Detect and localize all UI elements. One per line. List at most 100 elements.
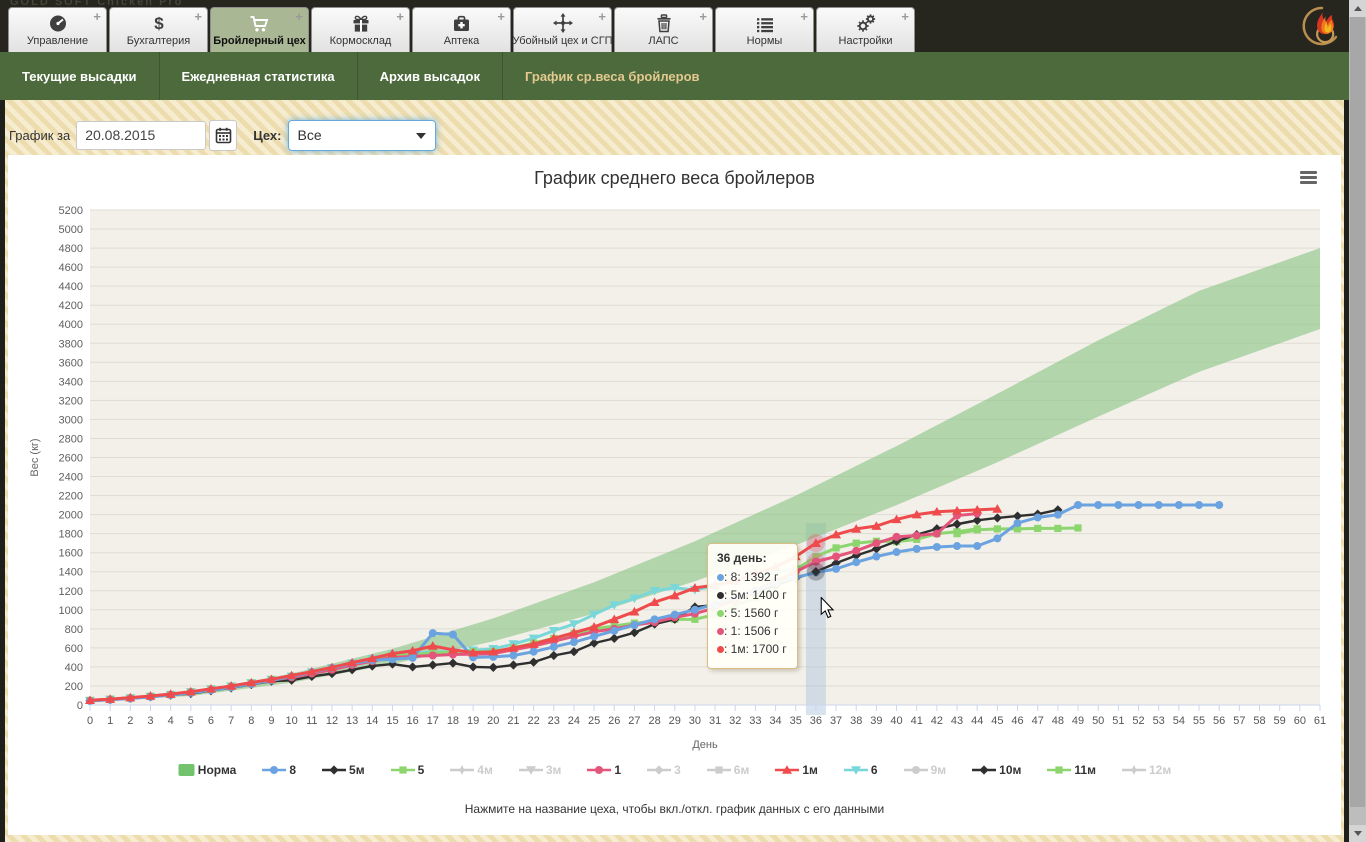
svg-text:1: 1 xyxy=(107,715,113,727)
svg-text:24: 24 xyxy=(568,715,580,727)
scroll-down-button[interactable] xyxy=(1349,825,1366,842)
legend-label: 10м xyxy=(999,763,1022,777)
tooltip-row-text: : 5м: 1400 г xyxy=(724,588,787,602)
legend-item-11м[interactable]: 11м xyxy=(1047,763,1096,777)
y-axis-labels: 0 200 400 600 800 1000 1200 1400 1600 1800 2000 220… xyxy=(59,205,83,712)
svg-text:2800: 2800 xyxy=(59,433,83,445)
broiler-weight-chart[interactable]: 0200400600800100012001400160018002000220… xyxy=(8,155,1341,835)
tooltip-row-text: : 8: 1392 г xyxy=(724,570,779,584)
tab-plus-button[interactable]: + xyxy=(800,9,808,24)
svg-text:800: 800 xyxy=(65,624,83,636)
legend-item-9м[interactable]: 9м xyxy=(903,763,946,777)
svg-text:2: 2 xyxy=(127,715,133,727)
legend-item-5[interactable]: 5 xyxy=(390,763,424,777)
svg-text:1000: 1000 xyxy=(59,605,83,617)
tab-plus-button[interactable]: + xyxy=(295,9,303,24)
legend-label: 12м xyxy=(1148,763,1172,777)
legend-item-3[interactable]: 3 xyxy=(647,763,681,777)
svg-text:8: 8 xyxy=(248,715,254,727)
legend-item-1м[interactable]: 1м xyxy=(775,763,818,777)
tab-убойный-цех-и-сгп[interactable]: Убойный цех и СГП + xyxy=(512,7,613,52)
svg-text:57: 57 xyxy=(1233,715,1245,727)
legend-item-3м[interactable]: 3м xyxy=(518,763,561,777)
top-tab-bar: GOLD SOFT Chicken Pro Управление + $ Бухгал… xyxy=(0,0,1349,52)
subnav-item-ежедневная-статистика[interactable]: Ежедневная статистика xyxy=(158,52,357,100)
tab-бухгалтерия[interactable]: $ Бухгалтерия + xyxy=(109,7,208,52)
tab-нормы[interactable]: Нормы + xyxy=(715,7,814,52)
chart-tooltip: 36 день: : 8: 1392 г: 5м: 1400 г: 5: 156… xyxy=(707,543,798,669)
tab-plus-button[interactable]: + xyxy=(396,9,404,24)
tab-label: Кормосклад xyxy=(329,35,392,47)
svg-text:20: 20 xyxy=(487,715,499,727)
vertical-scrollbar[interactable] xyxy=(1349,0,1366,842)
legend-marker-star xyxy=(450,765,475,775)
legend-marker-square xyxy=(390,766,415,774)
legend-item-1[interactable]: 1 xyxy=(587,763,621,777)
svg-text:31: 31 xyxy=(709,715,721,727)
shop-filter-label: Цех: xyxy=(253,127,282,143)
tab-plus-button[interactable]: + xyxy=(901,9,909,24)
svg-text:14: 14 xyxy=(366,715,378,727)
svg-text:3800: 3800 xyxy=(59,338,83,350)
tab-бройлерный-цех[interactable]: Бройлерный цех + xyxy=(210,7,309,52)
legend-item-12м[interactable]: 12м xyxy=(1121,763,1172,777)
gift-icon xyxy=(352,12,370,33)
svg-text:18: 18 xyxy=(447,715,459,727)
svg-text:0: 0 xyxy=(87,715,93,727)
legend-marker-circle xyxy=(262,766,287,774)
move-icon xyxy=(552,12,573,33)
shop-select[interactable]: Все xyxy=(287,119,436,151)
legend-item-норма[interactable]: Норма xyxy=(178,763,236,777)
tab-label: Нормы xyxy=(746,35,783,47)
legend-item-6[interactable]: 6 xyxy=(843,763,878,777)
legend-label: 1м xyxy=(802,763,818,777)
series-color-dot xyxy=(717,591,724,599)
tab-plus-button[interactable]: + xyxy=(699,9,707,24)
tab-plus-button[interactable]: + xyxy=(497,9,505,24)
legend-item-10м[interactable]: 10м xyxy=(972,763,1021,777)
svg-text:23: 23 xyxy=(548,715,560,727)
arrow-up-icon xyxy=(1353,6,1362,11)
tab-управление[interactable]: Управление + xyxy=(8,7,107,52)
legend-item-4м[interactable]: 4м xyxy=(450,763,493,777)
x-axis-labels: 0 1 2 3 4 5 6 7 8 9 10 11 12 13 14 15 16 17 18 19 20 21 22 23 24… xyxy=(87,715,1326,727)
legend-item-5м[interactable]: 5м xyxy=(322,763,365,777)
legend-item-8[interactable]: 8 xyxy=(262,763,296,777)
tab-plus-button[interactable]: + xyxy=(93,9,101,24)
tab-plus-button[interactable]: + xyxy=(194,9,202,24)
tab-кормосклад[interactable]: Кормосклад + xyxy=(311,7,410,52)
svg-text:36: 36 xyxy=(810,715,822,727)
svg-text:47: 47 xyxy=(1032,715,1044,727)
tab-настройки[interactable]: Настройки + xyxy=(816,7,915,52)
legend-marker-triangle-down xyxy=(518,766,543,775)
tab-plus-button[interactable]: + xyxy=(598,9,606,24)
subnav-item-текущие-высадки[interactable]: Текущие высадки xyxy=(0,52,159,100)
legend-marker-diamond xyxy=(972,765,997,775)
svg-text:10: 10 xyxy=(286,715,298,727)
subnav-item-архив-высадок[interactable]: Архив высадок xyxy=(356,52,502,100)
svg-text:21: 21 xyxy=(507,715,519,727)
svg-text:35: 35 xyxy=(790,715,802,727)
tab-аптека[interactable]: Аптека + xyxy=(412,7,511,52)
svg-text:40: 40 xyxy=(890,715,902,727)
content-area: График за Цех: Все График среднего веса … xyxy=(5,100,1344,842)
date-input[interactable] xyxy=(76,120,207,150)
module-tabs: Управление + $ Бухгалтерия + Бройлерный цех + К… xyxy=(8,7,915,52)
svg-text:600: 600 xyxy=(65,643,83,655)
calendar-button[interactable] xyxy=(209,119,238,151)
section-nav: Текущие высадки Ежедневная статистика Архи… xyxy=(0,52,1349,100)
legend-marker-circle xyxy=(587,766,612,774)
svg-text:$: $ xyxy=(154,14,164,33)
svg-text:32: 32 xyxy=(729,715,741,727)
subnav-item-график-ср.веса-бройлеров[interactable]: График ср.веса бройлеров xyxy=(502,52,722,100)
chart-legend: Норма 8 5м 5 4м 3м 1 3 6м 1м 6 9м 10м 11м 12м xyxy=(8,763,1341,777)
svg-text:2600: 2600 xyxy=(59,453,83,465)
tab-лапс[interactable]: ЛАПС + xyxy=(614,7,713,52)
cart-icon xyxy=(249,12,270,33)
scrollbar-thumb[interactable] xyxy=(1350,17,1365,807)
legend-item-6м[interactable]: 6м xyxy=(706,763,749,777)
series-color-dot xyxy=(717,645,724,653)
scroll-up-button[interactable] xyxy=(1349,0,1366,17)
legend-label: 8 xyxy=(289,763,297,777)
shop-select-value: Все xyxy=(297,127,322,143)
